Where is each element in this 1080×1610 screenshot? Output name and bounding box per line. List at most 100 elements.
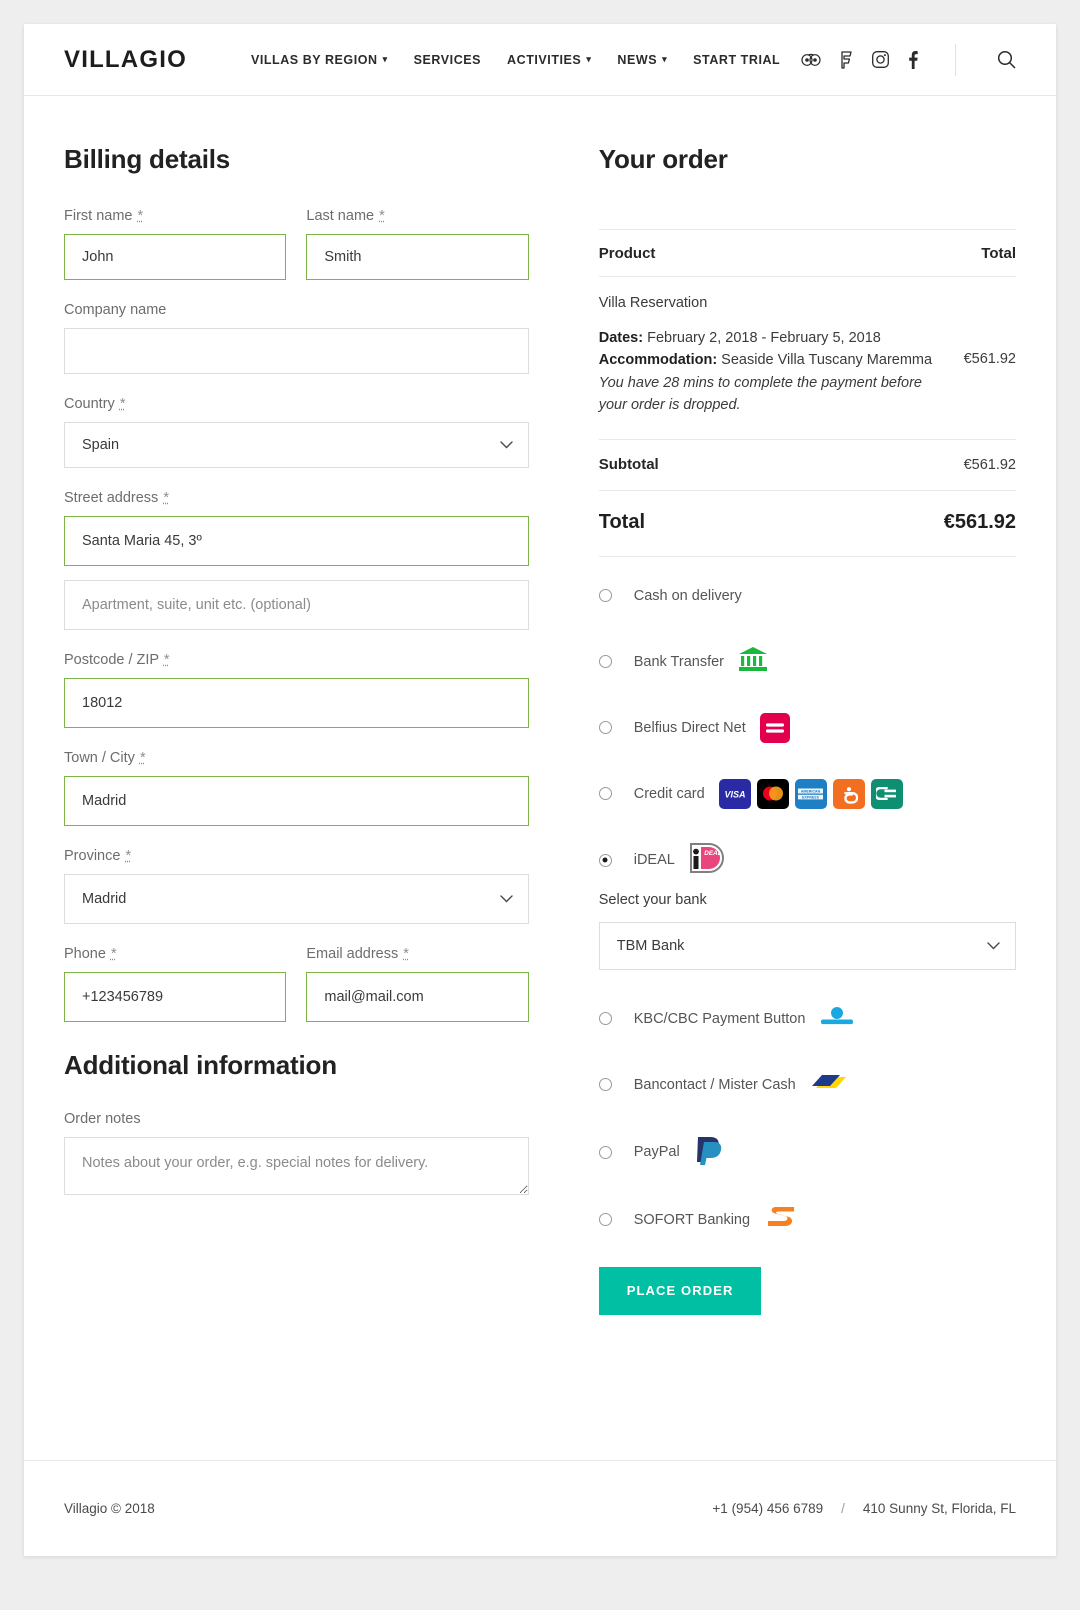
billing-column: Billing details First name * Last name * <box>64 144 559 1447</box>
required-marker: * <box>138 208 144 224</box>
payment-option-sofort[interactable]: SOFORT Banking <box>599 1203 1016 1237</box>
your-order-title: Your order <box>599 144 1016 175</box>
required-marker: * <box>111 946 117 962</box>
radio-kbc-cbc[interactable] <box>599 1012 612 1025</box>
payment-option-cash-on-delivery[interactable]: Cash on delivery <box>599 579 1016 613</box>
footer-phone[interactable]: +1 (954) 456 6789 <box>712 1501 823 1516</box>
payment-option-ideal[interactable]: iDEAL DEAL <box>599 843 1016 878</box>
column-header-product: Product <box>599 245 656 262</box>
postcode-label: Postcode / ZIP * <box>64 652 529 668</box>
radio-cash-on-delivery[interactable] <box>599 589 612 602</box>
nav-item-news[interactable]: NEWS ▾ <box>617 53 667 67</box>
tripadvisor-icon[interactable] <box>801 53 821 67</box>
search-icon[interactable] <box>997 50 1016 69</box>
accommodation-label: Accommodation: <box>599 352 717 368</box>
radio-belfius[interactable] <box>599 721 612 734</box>
label-text: First name <box>64 208 133 224</box>
bancontact-icon <box>810 1072 848 1097</box>
nav-label: VILLAS BY REGION <box>251 53 378 67</box>
select-bank-label: Select your bank <box>599 892 1016 908</box>
bank-select-group: TBM Bank <box>599 922 1016 970</box>
facebook-icon[interactable] <box>908 51 918 69</box>
mastercard-icon <box>757 779 789 809</box>
required-marker: * <box>120 396 126 412</box>
radio-bancontact[interactable] <box>599 1078 612 1091</box>
order-table-header: Product Total <box>599 229 1016 277</box>
postcode-input[interactable] <box>64 678 529 728</box>
nav-item-villas-by-region[interactable]: VILLAS BY REGION ▾ <box>251 53 388 67</box>
place-order-button[interactable]: PLACE ORDER <box>599 1267 762 1315</box>
phone-input[interactable] <box>64 972 286 1022</box>
dates-label: Dates: <box>599 330 643 346</box>
nav-item-start-trial[interactable]: START TRIAL <box>693 53 780 67</box>
nav-item-services[interactable]: SERVICES <box>414 53 481 67</box>
instagram-icon[interactable] <box>872 51 889 68</box>
province-select[interactable]: Madrid <box>64 874 529 924</box>
visa-icon: VISA <box>719 779 751 809</box>
label-text: Phone <box>64 946 106 962</box>
order-notes-label: Order notes <box>64 1111 529 1127</box>
footer-separator: / <box>841 1501 845 1516</box>
payment-label: KBC/CBC Payment Button <box>634 1011 806 1027</box>
payment-label: Bank Transfer <box>634 654 724 670</box>
main-navigation: VILLAS BY REGION ▾ SERVICES ACTIVITIES ▾… <box>251 53 801 67</box>
radio-sofort[interactable] <box>599 1213 612 1226</box>
checkout-content: Billing details First name * Last name * <box>24 96 1056 1447</box>
label-text: Email address <box>306 946 398 962</box>
name-row: First name * Last name * <box>64 208 529 280</box>
bank-select[interactable]: TBM Bank <box>599 922 1016 970</box>
payment-option-bank-transfer[interactable]: Bank Transfer <box>599 645 1016 679</box>
payment-icons <box>819 1005 855 1032</box>
column-header-total: Total <box>981 245 1016 262</box>
required-marker: * <box>379 208 385 224</box>
social-links <box>801 44 1016 76</box>
footer-address: 410 Sunny St, Florida, FL <box>863 1501 1016 1516</box>
foursquare-icon[interactable] <box>840 51 853 69</box>
order-notes-field-group: Order notes <box>64 1111 529 1200</box>
header-divider <box>955 44 956 76</box>
radio-credit-card[interactable] <box>599 787 612 800</box>
radio-bank-transfer[interactable] <box>599 655 612 668</box>
site-logo[interactable]: VILLAGIO <box>64 46 187 74</box>
payment-option-belfius[interactable]: Belfius Direct Net <box>599 711 1016 745</box>
company-label: Company name <box>64 302 529 318</box>
payment-option-bancontact[interactable]: Bancontact / Mister Cash <box>599 1068 1016 1102</box>
accommodation-line: Accommodation: Seaside Villa Tuscany Mar… <box>599 349 950 371</box>
radio-ideal[interactable] <box>599 854 612 867</box>
payment-methods-list: Cash on delivery Bank Transfer <box>599 579 1016 1315</box>
label-text: Province <box>64 848 120 864</box>
svg-text:AMERICAN: AMERICAN <box>801 789 821 793</box>
payment-option-paypal[interactable]: PayPal <box>599 1134 1016 1171</box>
street-address-2-input[interactable] <box>64 580 529 630</box>
country-field-group: Country * Spain <box>64 396 529 468</box>
payment-option-credit-card[interactable]: Credit card VISA <box>599 777 1016 811</box>
svg-text:VISA: VISA <box>724 789 745 799</box>
city-field-group: Town / City * <box>64 750 529 826</box>
subtotal-row: Subtotal €561.92 <box>599 440 1016 491</box>
radio-paypal[interactable] <box>599 1146 612 1159</box>
city-input[interactable] <box>64 776 529 826</box>
last-name-input[interactable] <box>306 234 528 280</box>
label-text: Postcode / ZIP <box>64 652 159 668</box>
payment-icons <box>760 713 790 743</box>
email-input[interactable] <box>306 972 528 1022</box>
first-name-input[interactable] <box>64 234 286 280</box>
nav-item-activities[interactable]: ACTIVITIES ▾ <box>507 53 591 67</box>
province-label: Province * <box>64 848 529 864</box>
sofort-icon <box>764 1203 798 1236</box>
payment-label: Cash on delivery <box>634 588 742 604</box>
kbc-icon <box>819 1005 855 1032</box>
first-name-label: First name * <box>64 208 286 224</box>
label-text: Street address <box>64 490 158 506</box>
company-input[interactable] <box>64 328 529 374</box>
dates-line: Dates: February 2, 2018 - February 5, 20… <box>599 327 950 349</box>
payment-option-kbc-cbc[interactable]: KBC/CBC Payment Button <box>599 1002 1016 1036</box>
belfius-icon <box>760 713 790 743</box>
street-address-input[interactable] <box>64 516 529 566</box>
province-field-group: Province * Madrid <box>64 848 529 924</box>
country-select[interactable]: Spain <box>64 422 529 468</box>
product-meta: Dates: February 2, 2018 - February 5, 20… <box>599 327 950 417</box>
first-name-field-group: First name * <box>64 208 286 280</box>
ideal-icon: DEAL <box>689 843 725 878</box>
order-notes-textarea[interactable] <box>64 1137 529 1195</box>
